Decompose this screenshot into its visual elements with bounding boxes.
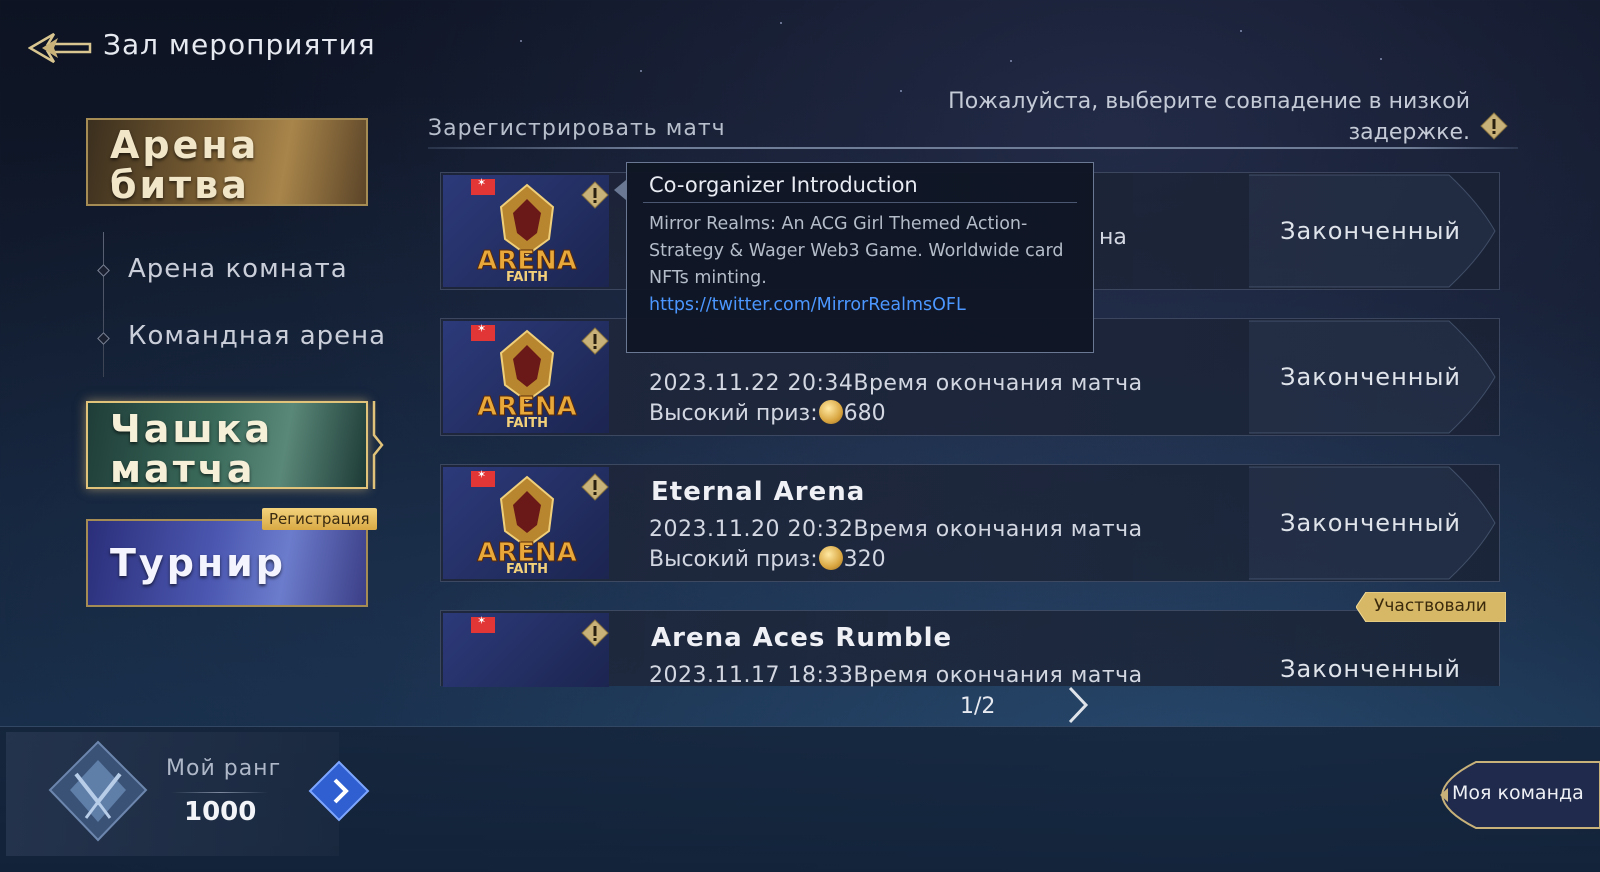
prize-value: 320 [843, 547, 886, 572]
nav-sub-item-team-arena[interactable]: Командная арена [128, 321, 386, 351]
warning-diamond-icon[interactable] [581, 473, 609, 501]
flag-icon [471, 322, 495, 341]
match-status: Законченный [1280, 217, 1461, 245]
co-organizer-tooltip: Co-organizer Introduction Mirror Realms:… [626, 162, 1094, 353]
flag-icon [471, 468, 495, 487]
my-team-label: Моя команда [1452, 782, 1584, 804]
back-arrow-icon[interactable] [28, 30, 92, 66]
registration-badge: Регистрация [262, 508, 377, 530]
coin-icon [818, 546, 843, 570]
tooltip-divider [643, 202, 1077, 203]
rank-details-button[interactable] [308, 760, 370, 822]
tooltip-arrow [614, 180, 626, 200]
match-status: Законченный [1280, 655, 1461, 683]
flag-icon [471, 176, 495, 195]
arena-of-faith-logo: ARENA FAITH [477, 329, 577, 431]
arena-of-faith-logo: ARENA FAITH [477, 475, 577, 577]
participated-badge: Участвовали [1355, 591, 1507, 623]
page-indicator: 1/2 [960, 694, 996, 719]
match-row[interactable]: ARENA FAITH Eternal Arena 2023.11.20 20:… [440, 464, 1500, 582]
prize-label: Высокий приз: [649, 547, 818, 572]
match-status: Законченный [1280, 509, 1461, 537]
logo-word2: FAITH [506, 416, 548, 431]
my-rank-label: Мой ранг [166, 756, 282, 781]
nav-card-tournament[interactable]: Турнир [86, 519, 368, 607]
tooltip-link[interactable]: https://twitter.com/MirrorRealmsOFL [649, 295, 966, 315]
latency-tip: Пожалуйста, выберите совпадение в низкой… [948, 89, 1470, 145]
match-name: Arena Aces Rumble [651, 623, 953, 653]
match-thumbnail: ARENA FAITH [443, 175, 609, 287]
my-rank-value: 1000 [184, 797, 257, 827]
match-status: Законченный [1280, 363, 1461, 391]
warning-diamond-icon[interactable] [581, 181, 609, 209]
prize-value: 680 [843, 401, 886, 426]
logo-word2: FAITH [506, 270, 548, 285]
coin-icon [818, 400, 843, 424]
my-team-button[interactable]: Моя команда [1436, 760, 1600, 830]
match-thumbnail: ARENA FAITH [443, 467, 609, 579]
match-thumbnail: ARENA FAITH [443, 321, 609, 433]
next-page-icon[interactable] [1066, 686, 1090, 724]
match-date-partial: на [1099, 225, 1127, 250]
nav-card-arena-battle-label: Арена битва [110, 123, 260, 206]
match-end-time: 2023.11.20 20:32Время окончания матча [649, 517, 1143, 542]
match-end-time: 2023.11.17 18:33Время окончания матча [649, 663, 1143, 688]
tooltip-title: Co-organizer Introduction [649, 173, 918, 197]
nav-card-tournament-label: Турнир [110, 541, 286, 585]
rank-emblem-icon [48, 740, 148, 842]
match-row[interactable]: Arena Aces Rumble 2023.11.17 18:33Время … [440, 610, 1500, 688]
nav-card-match-cup-label: Чашка матча [110, 407, 274, 489]
rank-divider [172, 792, 268, 793]
nav-divider-line [103, 232, 104, 377]
nav-bullet-icon [97, 332, 110, 345]
participated-label: Участвовали [1374, 596, 1487, 616]
selected-pointer-icon [372, 401, 384, 489]
match-thumbnail [443, 613, 609, 687]
header-divider [428, 147, 1518, 149]
nav-sub-item-arena-room[interactable]: Арена комната [128, 254, 348, 284]
warning-diamond-icon[interactable] [581, 619, 609, 647]
nav-card-match-cup[interactable]: Чашка матча [86, 401, 368, 489]
page-title: Зал мероприятия [103, 28, 376, 61]
info-diamond-icon[interactable] [1480, 112, 1508, 140]
nav-bullet-icon [97, 264, 110, 277]
match-name: Eternal Arena [651, 477, 866, 507]
flag-icon [471, 614, 495, 633]
tooltip-body: Mirror Realms: An ACG Girl Themed Action… [649, 214, 1064, 288]
logo-word2: FAITH [506, 562, 548, 577]
match-end-time: 2023.11.22 20:34Время окончания матча [649, 371, 1143, 396]
nav-card-arena-battle[interactable]: Арена битва [86, 118, 368, 206]
match-prize: Высокий приз: 680 [649, 400, 886, 426]
warning-diamond-icon[interactable] [581, 327, 609, 355]
match-prize: Высокий приз: 320 [649, 546, 886, 572]
list-header: Зарегистрировать матч [428, 116, 726, 141]
prize-label: Высокий приз: [649, 401, 818, 426]
arena-of-faith-logo: ARENA FAITH [477, 183, 577, 285]
